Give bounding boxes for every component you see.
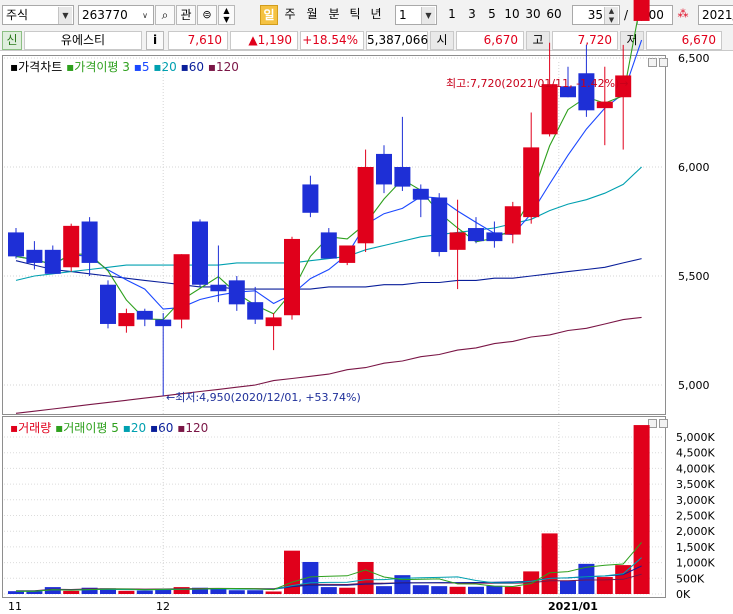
candle-body — [412, 188, 429, 200]
volume-tick-label: 3,500K — [676, 478, 715, 491]
volume-bar — [541, 533, 558, 594]
volume-bar — [247, 590, 264, 594]
candle-body — [339, 245, 356, 263]
volume-bar — [357, 561, 374, 594]
candle-body — [468, 228, 484, 242]
candle-body — [523, 147, 540, 218]
candle-body — [596, 101, 613, 109]
x-label-dec: 12 — [156, 600, 170, 613]
price-tick-label: 6,500 — [678, 52, 710, 65]
volume-bar — [302, 561, 319, 594]
price-tick-label: 5,500 — [678, 270, 710, 283]
candle-body — [302, 184, 319, 213]
volume-bars — [8, 425, 650, 594]
candle-body — [376, 153, 392, 185]
volume-tick-label: 3,000K — [676, 494, 715, 507]
volume-bar — [412, 585, 429, 594]
volume-y-axis: 5,000K 4,500K 4,000K 3,500K 3,000K 2,500K 2,00… — [676, 431, 715, 601]
candle-body — [394, 167, 411, 187]
volume-tick-label: 2,500K — [676, 510, 715, 523]
high-annotation: 최고:7,720(2021/01/11, -1.42%)→ — [446, 77, 629, 90]
candle-body — [228, 280, 245, 305]
candle-body — [192, 221, 208, 285]
volume-bar — [339, 587, 356, 594]
current-rate-tag: (18.54%) — [674, 109, 725, 122]
volume-tick-label: 500K — [676, 572, 705, 585]
candle-body — [320, 232, 337, 259]
candle-body — [8, 232, 24, 257]
candle-body — [210, 284, 227, 292]
volume-tick-label: 5,000K — [676, 431, 715, 444]
volume-bar — [486, 585, 503, 594]
volume-tick-label: 4,500K — [676, 447, 715, 460]
price-tick-label: 6,000 — [678, 161, 710, 174]
low-annotation: ←최저:4,950(2020/12/01, +53.74%) — [166, 391, 361, 404]
price-y-axis: 7,0006,5006,0005,5005,000 — [678, 52, 710, 392]
volume-bar — [173, 587, 190, 594]
legend-price-title: ▪가격차트 ▪가격이평 3 ▪5 ▪20 ▪60 ▪120 — [10, 60, 239, 74]
ma3-line — [15, 0, 642, 321]
candle-body — [173, 254, 190, 320]
candle-body — [118, 313, 135, 327]
volume-bar — [118, 590, 135, 594]
candle-body — [486, 232, 503, 242]
volume-bar — [63, 590, 80, 594]
candle-body — [504, 206, 521, 235]
price-tick-label: 5,000 — [678, 379, 710, 392]
volume-bar — [431, 586, 448, 594]
volume-bar — [560, 580, 576, 594]
volume-tick-label: 1,500K — [676, 541, 715, 554]
candle-body — [63, 225, 80, 268]
candle-body — [26, 249, 43, 263]
candle-body — [431, 197, 448, 253]
volume-bar — [504, 586, 521, 594]
candle-body — [247, 302, 264, 320]
candle-body — [541, 84, 558, 135]
candle-body — [136, 310, 153, 320]
candle-body — [44, 249, 61, 274]
volume-tick-label: 0K — [676, 588, 691, 601]
volume-tick-label: 4,000K — [676, 462, 715, 475]
candle-body — [633, 0, 650, 21]
candle-body — [284, 238, 300, 316]
volume-bar — [265, 591, 282, 594]
x-label-2021-01: 2021/01 — [548, 600, 598, 613]
volume-bar — [320, 587, 337, 594]
candle-body — [81, 221, 98, 263]
volume-tick-label: 2,000K — [676, 525, 715, 538]
candle-body — [155, 319, 172, 327]
volume-grid — [4, 422, 664, 597]
volume-bar — [228, 590, 245, 594]
x-label-nov: 11 — [8, 600, 22, 613]
legend-volume-title: ▪거래량 ▪거래이평 5 ▪20 ▪60 ▪120 — [10, 421, 208, 435]
ma20-line — [15, 166, 642, 281]
current-price-tag: 7,610 — [676, 95, 708, 108]
volume-bar — [376, 586, 392, 594]
volume-bar — [136, 590, 153, 594]
volume-bar — [468, 586, 484, 594]
candle-body — [100, 284, 116, 324]
chart-canvas: ▪가격차트 ▪가격이평 3 ▪5 ▪20 ▪60 ▪120 ▪거래량 ▪거래이평… — [4, 0, 725, 613]
candle-body — [265, 317, 282, 327]
candle-body — [449, 232, 466, 250]
candle-body — [357, 167, 374, 244]
volume-bar — [449, 586, 466, 594]
volume-tick-label: 1,000K — [676, 557, 715, 570]
